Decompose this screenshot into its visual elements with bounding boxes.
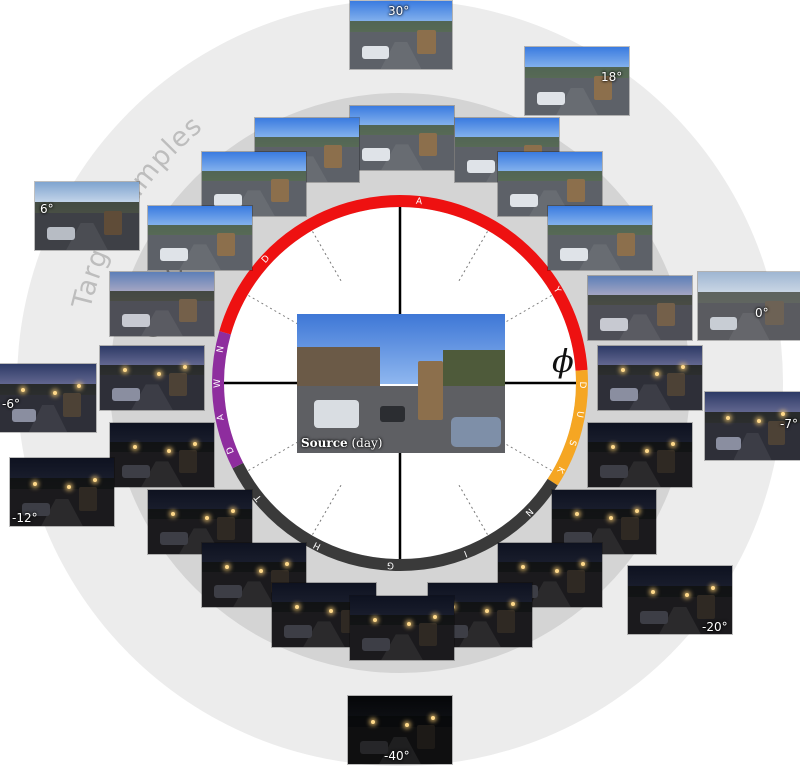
generated-sample: [110, 272, 214, 336]
source-caption: Source (day): [301, 436, 382, 450]
target-sample-angle-label: -7°: [780, 417, 798, 431]
generated-sample: [350, 106, 454, 170]
target-sample-angle-label: 18°: [601, 70, 623, 84]
generated-sample: [588, 276, 692, 340]
source-caption-bold: Source: [301, 436, 348, 450]
wheel-letter-night: G: [387, 560, 395, 570]
generated-sample: [548, 206, 652, 270]
generated-sample: [110, 423, 214, 487]
target-sample: [698, 272, 800, 340]
generated-sample: [598, 346, 702, 410]
target-sample-angle-label: -12°: [12, 511, 38, 525]
source-caption-rest: (day): [351, 436, 383, 450]
target-sample: [35, 182, 139, 250]
target-sample-angle-label: -40°: [384, 749, 410, 763]
diagram-canvas: Target samples CoMo-MUNIT DAYDUSKNIGHTDA…: [0, 0, 800, 766]
target-sample-angle-label: 0°: [755, 306, 769, 320]
generated-sample: [100, 346, 204, 410]
source-image: Source (day): [297, 314, 505, 453]
target-sample-angle-label: 30°: [388, 4, 410, 18]
wheel-letter-dusk: D: [577, 381, 587, 388]
target-sample-angle-label: -20°: [702, 620, 728, 634]
target-sample-angle-label: -6°: [2, 397, 20, 411]
wheel-letter-dawn: W: [213, 379, 223, 388]
target-sample-angle-label: 6°: [40, 202, 54, 216]
generated-sample: [148, 206, 252, 270]
generated-sample: [588, 423, 692, 487]
phi-symbol: ϕ: [552, 342, 574, 380]
generated-sample: [350, 596, 454, 660]
